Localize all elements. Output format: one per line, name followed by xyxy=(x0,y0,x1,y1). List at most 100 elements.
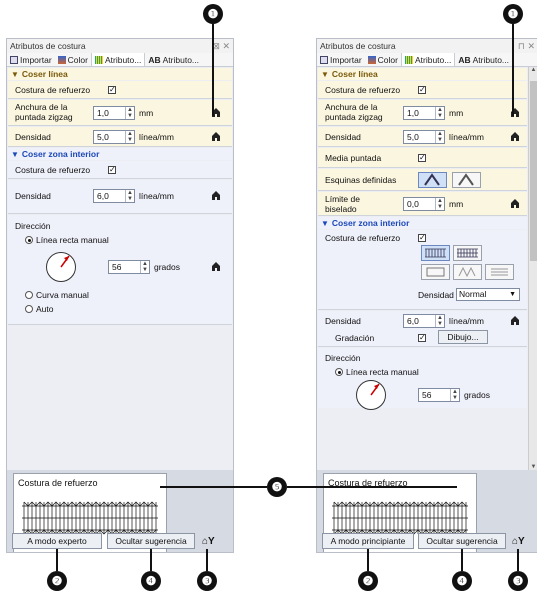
color-icon xyxy=(367,55,376,64)
import-icon xyxy=(320,55,328,64)
unit-mm: mm xyxy=(449,108,464,118)
spin-arrows-icon[interactable]: ▲ ▼ xyxy=(140,261,149,273)
label-costura-refuerzo: Costura de refuerzo xyxy=(15,165,91,175)
spin-arrows-icon[interactable]: ▲ ▼ xyxy=(435,131,444,143)
right-attributes-list[interactable]: ▼ Coser línea Costura de refuerzo ✓ Anchu… xyxy=(317,67,528,470)
stitch-pattern-button-2[interactable] xyxy=(453,245,482,261)
spin-arrows-icon[interactable]: ▲ ▼ xyxy=(125,190,134,202)
checkbox-costura-refuerzo[interactable]: ✓ xyxy=(418,86,426,94)
chevron-down-icon[interactable]: ▼ xyxy=(509,289,516,300)
tab-atributo-texto[interactable]: AB Atributo... xyxy=(455,53,512,66)
ocultar-sugerencia-button[interactable]: Ocultar sugerencia xyxy=(107,533,195,549)
densidad-zona-spinbox[interactable]: 6,0 ▲ ▼ xyxy=(403,314,445,328)
tab-importar[interactable]: Importar xyxy=(7,53,55,66)
collapse-arrow-icon: ▼ xyxy=(11,150,19,159)
unit-mm: mm xyxy=(449,199,464,209)
dibujo-button[interactable]: Dibujo... xyxy=(438,330,488,344)
checkbox-costura-refuerzo[interactable]: ✓ xyxy=(108,86,116,94)
radio-curva-manual[interactable] xyxy=(25,291,33,299)
text-attr-icon: AB xyxy=(458,54,471,65)
densidad-linea-spinbox[interactable]: 5,0 ▲ ▼ xyxy=(93,130,135,144)
close-icon[interactable]: ⊠ ✕ xyxy=(212,39,230,53)
radio-auto[interactable] xyxy=(25,305,33,313)
label-auto: Auto xyxy=(36,304,54,314)
section-coser-zona[interactable]: ▼ Coser zona interior xyxy=(8,148,232,160)
spin-arrows-icon[interactable]: ▲ ▼ xyxy=(435,198,444,210)
left-panel-titlebar[interactable]: Atributos de costura ⊠ ✕ xyxy=(7,39,233,53)
stitch-pattern-button-4[interactable] xyxy=(453,264,482,280)
stitch-icon xyxy=(94,55,103,64)
default-house-icon[interactable] xyxy=(511,132,519,141)
corner-sharp-button[interactable] xyxy=(418,172,447,188)
tab-atributo-texto[interactable]: AB Atributo... xyxy=(145,53,202,66)
densidad-zona-spinbox[interactable]: 6,0 ▲ ▼ xyxy=(93,189,135,203)
spin-arrows-icon[interactable]: ▲ ▼ xyxy=(450,389,459,401)
grados-spinbox[interactable]: 56 ▲ ▼ xyxy=(418,388,460,402)
section-coser-linea[interactable]: ▼ Coser línea xyxy=(8,68,232,80)
unit-grados: grados xyxy=(154,262,180,272)
default-all-icon[interactable]: ⌂Y xyxy=(512,536,525,547)
stitch-preview-image xyxy=(332,501,468,535)
direction-dial[interactable] xyxy=(46,252,76,282)
section-coser-zona[interactable]: ▼ Coser zona interior xyxy=(318,217,527,229)
tab-atributo-costura[interactable]: Atributo... xyxy=(90,53,146,66)
tab-color[interactable]: Color xyxy=(55,53,91,66)
right-attributes-panel: Atributos de costura ⊓ ✕ Importar Color … xyxy=(316,38,537,553)
label-densidad: Densidad xyxy=(325,132,361,142)
ocultar-sugerencia-button[interactable]: Ocultar sugerencia xyxy=(418,533,506,549)
scroll-up-icon[interactable]: ▲ xyxy=(529,67,537,73)
modo-experto-button[interactable]: A modo experto xyxy=(12,533,102,549)
default-house-icon[interactable] xyxy=(212,191,220,200)
default-all-icon[interactable]: ⌂Y xyxy=(202,536,215,547)
spin-arrows-icon[interactable]: ▲ ▼ xyxy=(435,107,444,119)
unit-linea-mm: línea/mm xyxy=(449,316,484,326)
checkbox-gradacion[interactable]: ✓ xyxy=(418,334,426,342)
scrollbar-thumb[interactable] xyxy=(530,81,537,261)
default-house-icon[interactable] xyxy=(212,262,220,271)
label-costura-refuerzo: Costura de refuerzo xyxy=(15,85,91,95)
label-direccion: Dirección xyxy=(325,353,361,363)
stitch-pattern-button-5[interactable] xyxy=(485,264,514,280)
radio-linea-recta[interactable] xyxy=(25,236,33,244)
hint-label: Costura de refuerzo xyxy=(18,478,98,488)
right-panel-title: Atributos de costura xyxy=(320,41,396,51)
corner-round-button[interactable] xyxy=(452,172,481,188)
label-anchura-zigzag: Anchura de la puntada zigzag xyxy=(15,102,73,122)
spin-arrows-icon[interactable]: ▲ ▼ xyxy=(125,107,134,119)
row-densidad-linea: Densidad 5,0 ▲ ▼ línea/mm xyxy=(8,127,232,147)
radio-linea-recta[interactable] xyxy=(335,368,343,376)
row-densidad-zona: Densidad 6,0 ▲ ▼ línea/mm xyxy=(8,180,232,214)
spin-arrows-icon[interactable]: ▲ ▼ xyxy=(435,315,444,327)
left-attributes-list[interactable]: ▼ Coser línea Costura de refuerzo ✓ Anchu… xyxy=(7,67,233,470)
unit-linea-mm: línea/mm xyxy=(449,132,484,142)
densidad-linea-spinbox[interactable]: 5,0 ▲ ▼ xyxy=(403,130,445,144)
right-scrollbar[interactable]: ▲ ▼ xyxy=(528,67,537,470)
default-house-icon[interactable] xyxy=(511,199,519,208)
spin-arrows-icon[interactable]: ▲ ▼ xyxy=(125,131,134,143)
grados-spinbox[interactable]: 56 ▲ ▼ xyxy=(108,260,150,274)
default-house-icon[interactable] xyxy=(511,316,519,325)
tab-atributo-costura[interactable]: Atributo... xyxy=(400,53,456,66)
densidad-select[interactable]: Normal ▼ xyxy=(456,288,520,301)
anchura-spinbox[interactable]: 1,0 ▲ ▼ xyxy=(93,106,135,120)
checkbox-costura-refuerzo-zona[interactable]: ✓ xyxy=(418,234,426,242)
callout-line xyxy=(287,486,457,488)
default-house-icon[interactable] xyxy=(212,132,220,141)
callout-2-right: ❷ xyxy=(358,571,378,591)
stitch-pattern-button-1[interactable] xyxy=(421,245,450,261)
checkbox-costura-refuerzo-zona[interactable]: ✓ xyxy=(108,166,116,174)
tab-color[interactable]: Color xyxy=(365,53,401,66)
modo-principiante-button[interactable]: A modo principiante xyxy=(322,533,414,549)
limite-spinbox[interactable]: 0,0 ▲ ▼ xyxy=(403,197,445,211)
stitch-pattern-button-3[interactable] xyxy=(421,264,450,280)
label-esquinas-definidas: Esquinas definidas xyxy=(325,175,397,185)
pin-icon[interactable]: ⊓ ✕ xyxy=(518,39,535,53)
row-limite-biselado: Límite de biselado 0,0 ▲ ▼ mm xyxy=(318,192,527,216)
direction-dial[interactable] xyxy=(356,380,386,410)
anchura-spinbox[interactable]: 1,0 ▲ ▼ xyxy=(403,106,445,120)
label-gradacion: Gradación xyxy=(335,333,375,343)
checkbox-media-puntada[interactable]: ✓ xyxy=(418,154,426,162)
section-coser-linea[interactable]: ▼ Coser línea xyxy=(318,68,527,80)
right-panel-titlebar[interactable]: Atributos de costura ⊓ ✕ xyxy=(317,39,537,53)
tab-importar[interactable]: Importar xyxy=(317,53,365,66)
